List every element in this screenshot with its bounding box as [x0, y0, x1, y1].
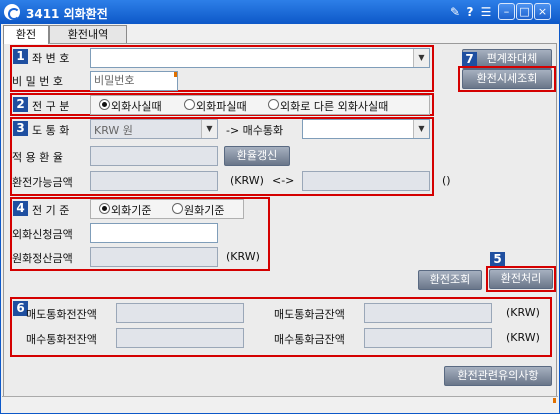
radio-foreign-basis[interactable]: [99, 203, 110, 214]
basis-label: 전 기 준: [32, 204, 70, 217]
radio-foreign-basis-label[interactable]: 외화기준: [111, 202, 151, 218]
app-icon: [4, 4, 20, 20]
buy-after-field: [364, 328, 492, 348]
chevron-down-icon: ▼: [201, 120, 217, 138]
window-title: 3411 외화환전: [26, 7, 108, 21]
available-amount-field: [90, 171, 218, 191]
account-select[interactable]: ▼: [90, 48, 430, 68]
sell-currency-select: KRW 원 ▼: [90, 119, 218, 139]
exchange-notice-button[interactable]: 환전관련유의사항: [444, 366, 552, 386]
tab-exchange-history[interactable]: 환전내역: [49, 25, 127, 43]
sell-balance-field: [116, 303, 244, 323]
buy-after-krw-unit: (KRW): [506, 331, 540, 344]
sell-after-krw-unit: (KRW): [506, 306, 540, 319]
foreign-unit: (): [442, 174, 451, 187]
sell-after-label: 매도통화금잔액: [274, 308, 345, 321]
status-indicator-icon: [553, 398, 556, 403]
maximize-icon[interactable]: □: [516, 3, 533, 20]
window-client: 환전 환전내역 1 좌 변 호 ▼ 비 밀 번 호 비밀번호 편계좌대체 7 환…: [0, 24, 560, 414]
radio-foreign-to-foreign-label[interactable]: 외화로 다른 외화사실때: [280, 98, 388, 114]
exchange-query-button[interactable]: 환전조회: [418, 270, 482, 290]
chevron-down-icon[interactable]: ▼: [413, 49, 429, 67]
available-krw-unit: (KRW): [230, 174, 264, 187]
request-amount-label: 외화신청금액: [12, 228, 73, 241]
radio-sell-foreign-label[interactable]: 외화파실때: [196, 98, 247, 114]
exchange-process-button[interactable]: 환전처리: [489, 269, 553, 289]
request-amount-field[interactable]: [90, 223, 218, 243]
section-7-number: 7: [462, 52, 477, 67]
radio-foreign-to-foreign[interactable]: [268, 99, 279, 110]
division-label: 전 구 분: [32, 100, 70, 113]
settle-amount-field: [90, 247, 218, 267]
minimize-icon[interactable]: –: [498, 3, 515, 20]
password-field[interactable]: 비밀번호: [90, 71, 178, 91]
swap-symbol: <->: [272, 174, 295, 187]
buy-currency-label: -> 매수통화: [226, 124, 284, 137]
rate-label: 적 용 환 율: [12, 151, 63, 164]
section-1-number: 1: [13, 49, 28, 64]
rate-view-button[interactable]: 환전시세조회: [462, 69, 552, 89]
sell-currency-label: 도 통 화: [32, 124, 70, 137]
radio-sell-foreign[interactable]: [184, 99, 195, 110]
section-5-number: 5: [490, 252, 505, 267]
section-3-number: 3: [13, 121, 28, 136]
account-label: 좌 변 호: [32, 52, 70, 65]
sell-after-field: [364, 303, 492, 323]
settle-amount-label: 원화정산금액: [12, 252, 73, 265]
section-4-number: 4: [13, 201, 28, 216]
radio-won-basis-label[interactable]: 원화기준: [184, 202, 224, 218]
title-bar: 3411 외화환전 ✎ ? ☰ – □ ×: [0, 0, 560, 24]
exchange-panel: 1 좌 변 호 ▼ 비 밀 번 호 비밀번호 편계좌대체 7 환전시세조회 2 …: [3, 43, 557, 412]
available-amount-label: 환전가능금액: [12, 176, 73, 189]
radio-buy-foreign[interactable]: [99, 99, 110, 110]
buy-currency-select[interactable]: ▼: [302, 119, 430, 139]
required-mark-icon: [174, 72, 177, 77]
sell-currency-value: KRW 원: [94, 124, 133, 137]
tab-exchange[interactable]: 환전: [3, 25, 49, 44]
radio-buy-foreign-label[interactable]: 외화사실때: [111, 98, 162, 114]
account-replace-label: 편계좌대체: [486, 52, 538, 65]
pin-icon[interactable]: ✎: [448, 4, 462, 20]
buy-balance-label: 매수통화전잔액: [26, 333, 97, 346]
rate-refresh-button[interactable]: 환율갱신: [224, 146, 290, 166]
sell-balance-label: 매도통화전잔액: [26, 308, 97, 321]
settle-krw-unit: (KRW): [226, 250, 260, 263]
buy-after-label: 매수통화금잔액: [274, 333, 345, 346]
radio-won-basis[interactable]: [172, 203, 183, 214]
rate-field: [90, 146, 218, 166]
status-bar: [2, 396, 558, 412]
buy-balance-field: [116, 328, 244, 348]
available-foreign-field: [302, 171, 430, 191]
chevron-down-icon[interactable]: ▼: [413, 120, 429, 138]
menu-icon[interactable]: ☰: [478, 4, 494, 20]
close-icon[interactable]: ×: [534, 3, 551, 20]
help-icon[interactable]: ?: [464, 4, 476, 20]
password-label: 비 밀 번 호: [12, 75, 63, 88]
section-2-number: 2: [13, 97, 28, 112]
